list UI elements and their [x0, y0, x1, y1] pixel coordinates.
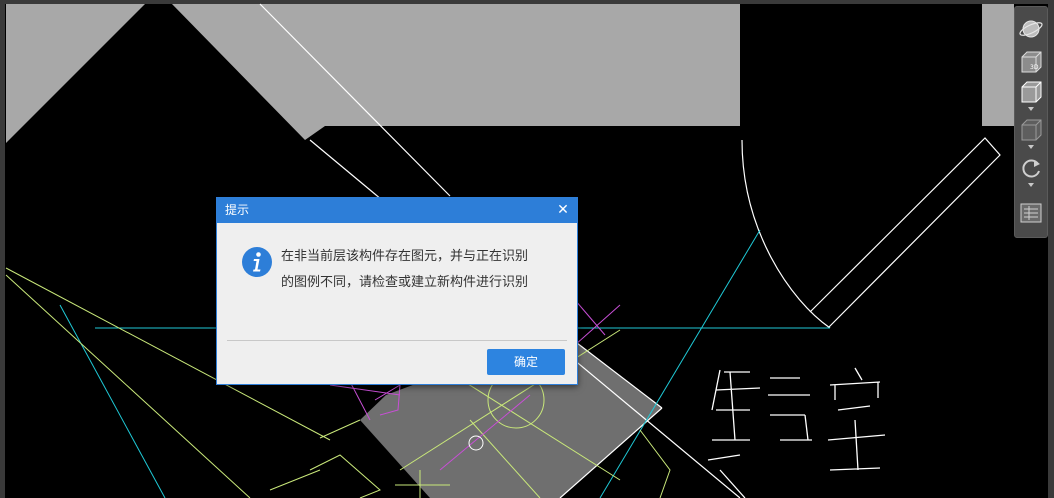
properties-panel-icon: [1020, 203, 1042, 223]
svg-text:3D: 3D: [1030, 64, 1039, 71]
rotate-dropdown-icon[interactable]: [1028, 183, 1034, 187]
dialog-message-line: 的图例不同，请检查或建立新构件进行识别: [281, 275, 529, 290]
dialog-message-line: 在非当前层该构件存在图元，并与正在识别: [281, 249, 529, 264]
close-icon[interactable]: ✕: [555, 201, 571, 219]
dialog-divider: [227, 340, 567, 341]
3d-view-button[interactable]: 3D: [1018, 49, 1044, 75]
box-view-icon: [1021, 81, 1042, 103]
orbit-button[interactable]: [1018, 16, 1044, 42]
dialog-title: 提示: [225, 203, 250, 217]
shaded-box-dropdown-icon[interactable]: [1028, 145, 1034, 149]
orbit-icon: [1019, 20, 1043, 38]
info-icon: [242, 247, 272, 277]
shaded-box-icon: [1021, 119, 1042, 141]
view-toolbar: 3D: [1014, 6, 1048, 238]
box-view-button[interactable]: [1018, 79, 1044, 105]
application-viewport: 3D 提示 ✕ 在非当前层该构件存在图元，并与正在识别 的图例不同，请检查或建立…: [0, 0, 1054, 498]
ok-button[interactable]: 确定: [487, 349, 565, 375]
shaded-box-button[interactable]: [1018, 117, 1044, 143]
rotate-button[interactable]: [1018, 155, 1044, 181]
3d-view-icon: 3D: [1021, 51, 1042, 73]
prompt-dialog: 提示 ✕ 在非当前层该构件存在图元，并与正在识别 的图例不同，请检查或建立新构件…: [216, 197, 578, 385]
dialog-titlebar[interactable]: 提示 ✕: [217, 198, 577, 223]
properties-panel-button[interactable]: [1018, 200, 1044, 226]
dialog-message: 在非当前层该构件存在图元，并与正在识别 的图例不同，请检查或建立新构件进行识别: [281, 244, 561, 296]
box-view-dropdown-icon[interactable]: [1028, 107, 1034, 111]
rotate-icon: [1022, 159, 1040, 178]
